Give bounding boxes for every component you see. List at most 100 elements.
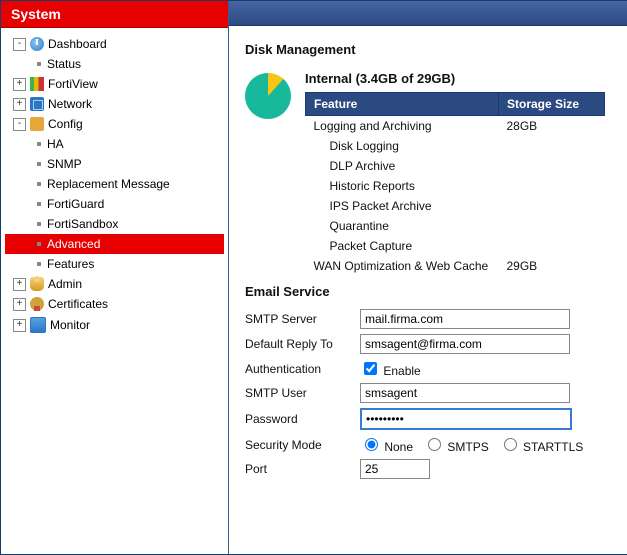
smtp-server-input[interactable]: [360, 309, 570, 329]
nav-tree: - Dashboard Status + FortiView +Network - Confi…: [1, 28, 228, 342]
feature-cell: Logging and Archiving: [306, 116, 499, 137]
nav-label: Monitor: [50, 318, 90, 332]
expand-toggle-icon[interactable]: +: [13, 319, 26, 332]
size-cell: [499, 196, 605, 216]
nav-item-fortiview[interactable]: + FortiView: [5, 74, 224, 94]
feature-cell: DLP Archive: [306, 156, 499, 176]
authentication-label: Authentication: [245, 362, 360, 376]
monitor-icon: [30, 317, 46, 333]
table-row: WAN Optimization & Web Cache29GB: [306, 256, 605, 276]
table-row: Quarantine: [306, 216, 605, 236]
size-cell: 29GB: [499, 256, 605, 276]
nav-label: Admin: [48, 277, 82, 291]
expand-toggle-icon[interactable]: +: [13, 298, 26, 311]
size-cell: 28GB: [499, 116, 605, 137]
feature-cell: Packet Capture: [306, 236, 499, 256]
size-cell: [499, 216, 605, 236]
expand-toggle-icon[interactable]: +: [13, 278, 26, 291]
disk-usage-pie-icon: [245, 73, 291, 119]
bullet-icon: [37, 142, 41, 146]
bullet-icon: [37, 162, 41, 166]
sidebar: System - Dashboard Status + FortiView +Networ…: [1, 1, 229, 554]
password-label: Password: [245, 412, 360, 426]
bullet-icon: [37, 242, 41, 246]
nav-item-certificates[interactable]: + Certificates: [5, 294, 224, 314]
nav-label: HA: [47, 137, 64, 151]
expand-toggle-icon[interactable]: +: [13, 78, 26, 91]
smtp-user-label: SMTP User: [245, 386, 360, 400]
nav-item-admin[interactable]: + Admin: [5, 274, 224, 294]
nav-item-monitor[interactable]: + Monitor: [5, 314, 224, 336]
nav-label: FortiSandbox: [47, 217, 118, 231]
col-storage-size: Storage Size: [499, 93, 605, 116]
auth-enable-text: Enable: [383, 364, 420, 378]
feature-cell: Historic Reports: [306, 176, 499, 196]
cert-icon: [30, 297, 44, 311]
disk-title: Internal (3.4GB of 29GB): [305, 71, 605, 86]
feature-cell: Disk Logging: [306, 136, 499, 156]
feature-cell: IPS Packet Archive: [306, 196, 499, 216]
nav-item-ha[interactable]: HA: [5, 134, 224, 154]
expand-toggle-icon[interactable]: -: [13, 38, 26, 51]
table-row: IPS Packet Archive: [306, 196, 605, 216]
table-row: Logging and Archiving28GB: [306, 116, 605, 137]
nav-item-fortiguard[interactable]: FortiGuard: [5, 194, 224, 214]
nav-item-config[interactable]: - Config: [5, 114, 224, 134]
table-row: Disk Logging: [306, 136, 605, 156]
size-cell: [499, 156, 605, 176]
nav-label: FortiView: [48, 77, 98, 91]
bullet-icon: [37, 222, 41, 226]
nav-label: Dashboard: [48, 37, 107, 51]
security-option-none[interactable]: None: [360, 440, 413, 454]
admin-icon: [30, 277, 44, 291]
smtp-server-label: SMTP Server: [245, 312, 360, 326]
security-radio[interactable]: [428, 438, 441, 451]
size-cell: [499, 136, 605, 156]
sidebar-title: System: [1, 1, 228, 28]
auth-enable-checkbox[interactable]: [364, 362, 377, 375]
nav-item-fortisandbox[interactable]: FortiSandbox: [5, 214, 224, 234]
password-input[interactable]: [360, 408, 572, 430]
disk-management-heading: Disk Management: [245, 42, 612, 57]
reply-to-label: Default Reply To: [245, 337, 360, 351]
security-option-starttls[interactable]: STARTTLS: [499, 440, 584, 454]
nav-label: FortiGuard: [47, 197, 104, 211]
content-pane: Disk Management Internal (3.4GB of 29GB)…: [229, 1, 627, 554]
nav-item-dashboard[interactable]: - Dashboard: [5, 34, 224, 54]
content-header-bar: [229, 1, 627, 26]
security-option-smtps[interactable]: SMTPS: [423, 440, 489, 454]
bullet-icon: [37, 202, 41, 206]
nav-label: Replacement Message: [47, 177, 170, 191]
disk-table: Feature Storage Size Logging and Archivi…: [305, 92, 605, 276]
nav-label: Status: [47, 57, 81, 71]
nav-label: Config: [48, 117, 83, 131]
security-mode-label: Security Mode: [245, 438, 360, 452]
table-row: Historic Reports: [306, 176, 605, 196]
table-row: Packet Capture: [306, 236, 605, 256]
expand-toggle-icon[interactable]: -: [13, 118, 26, 131]
bullet-icon: [37, 62, 41, 66]
feature-cell: Quarantine: [306, 216, 499, 236]
reply-to-input[interactable]: [360, 334, 570, 354]
size-cell: [499, 236, 605, 256]
security-radio[interactable]: [365, 438, 378, 451]
nav-item-status[interactable]: Status: [5, 54, 224, 74]
security-radio[interactable]: [504, 438, 517, 451]
nav-label: SNMP: [47, 157, 82, 171]
bullet-icon: [37, 182, 41, 186]
port-input[interactable]: [360, 459, 430, 479]
bullet-icon: [37, 262, 41, 266]
table-row: DLP Archive: [306, 156, 605, 176]
nav-item-features[interactable]: Features: [5, 254, 224, 274]
port-label: Port: [245, 462, 360, 476]
nav-item-snmp[interactable]: SNMP: [5, 154, 224, 174]
nav-item-replacement-message[interactable]: Replacement Message: [5, 174, 224, 194]
config-icon: [30, 117, 44, 131]
expand-toggle-icon[interactable]: +: [13, 98, 26, 111]
nav-item-advanced[interactable]: Advanced: [5, 234, 224, 254]
smtp-user-input[interactable]: [360, 383, 570, 403]
nav-item-network[interactable]: +Network: [5, 94, 224, 114]
size-cell: [499, 176, 605, 196]
nav-label: Certificates: [48, 297, 108, 311]
email-service-heading: Email Service: [245, 284, 612, 299]
